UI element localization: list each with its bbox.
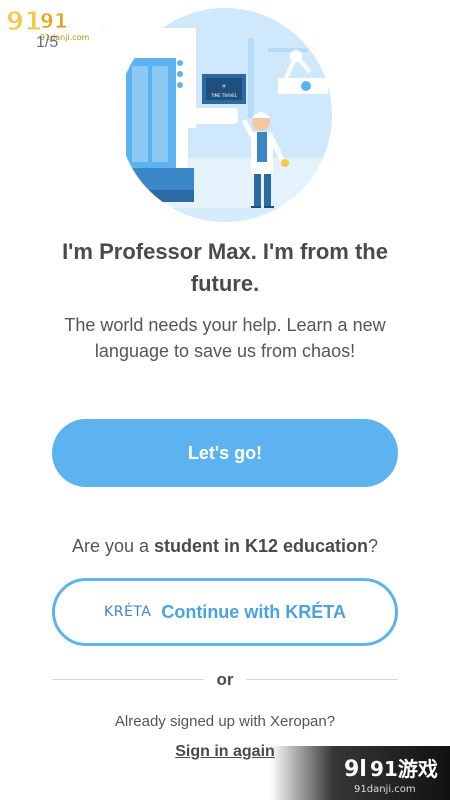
kreta-logo-icon: KRÉTA bbox=[104, 604, 152, 620]
k12-question-suffix: ? bbox=[368, 536, 379, 556]
svg-text:»: » bbox=[222, 82, 226, 90]
k12-question-prefix: Are you a bbox=[71, 536, 154, 556]
svg-text:TIME TRAVEL: TIME TRAVEL bbox=[210, 93, 238, 98]
continue-with-kreta-button[interactable]: KRÉTA Continue with KRÉTA bbox=[52, 578, 398, 646]
svg-text:91danji.com: 91danji.com bbox=[354, 784, 416, 795]
divider-right bbox=[246, 679, 398, 680]
illustration-professor-max: » TIME TRAVEL bbox=[118, 8, 332, 222]
page-title: I'm Professor Max. I'm from the future. bbox=[62, 239, 388, 296]
already-signed-up-text: Already signed up with Xeropan? bbox=[114, 713, 336, 730]
or-separator: or bbox=[216, 670, 234, 689]
lets-go-button[interactable]: Let's go! bbox=[52, 419, 398, 487]
k12-question-bold: student in K12 education bbox=[154, 536, 369, 556]
svg-text:91游戏: 91游戏 bbox=[40, 9, 108, 33]
page-indicator: 1/5 bbox=[36, 34, 59, 51]
svg-text:91: 91 bbox=[6, 7, 42, 37]
k12-question: Are you a student in K12 education? bbox=[20, 536, 430, 557]
page-subtitle: The world needs your help. Learn a new l… bbox=[64, 315, 386, 361]
kreta-button-label: Continue with KRÉTA bbox=[161, 601, 346, 622]
divider-left bbox=[52, 679, 204, 680]
watermark-logo-bottom: 9l 91游戏 91danji.com bbox=[270, 746, 450, 800]
svg-text:9l: 9l bbox=[344, 757, 367, 782]
svg-text:91游戏: 91游戏 bbox=[370, 757, 438, 781]
